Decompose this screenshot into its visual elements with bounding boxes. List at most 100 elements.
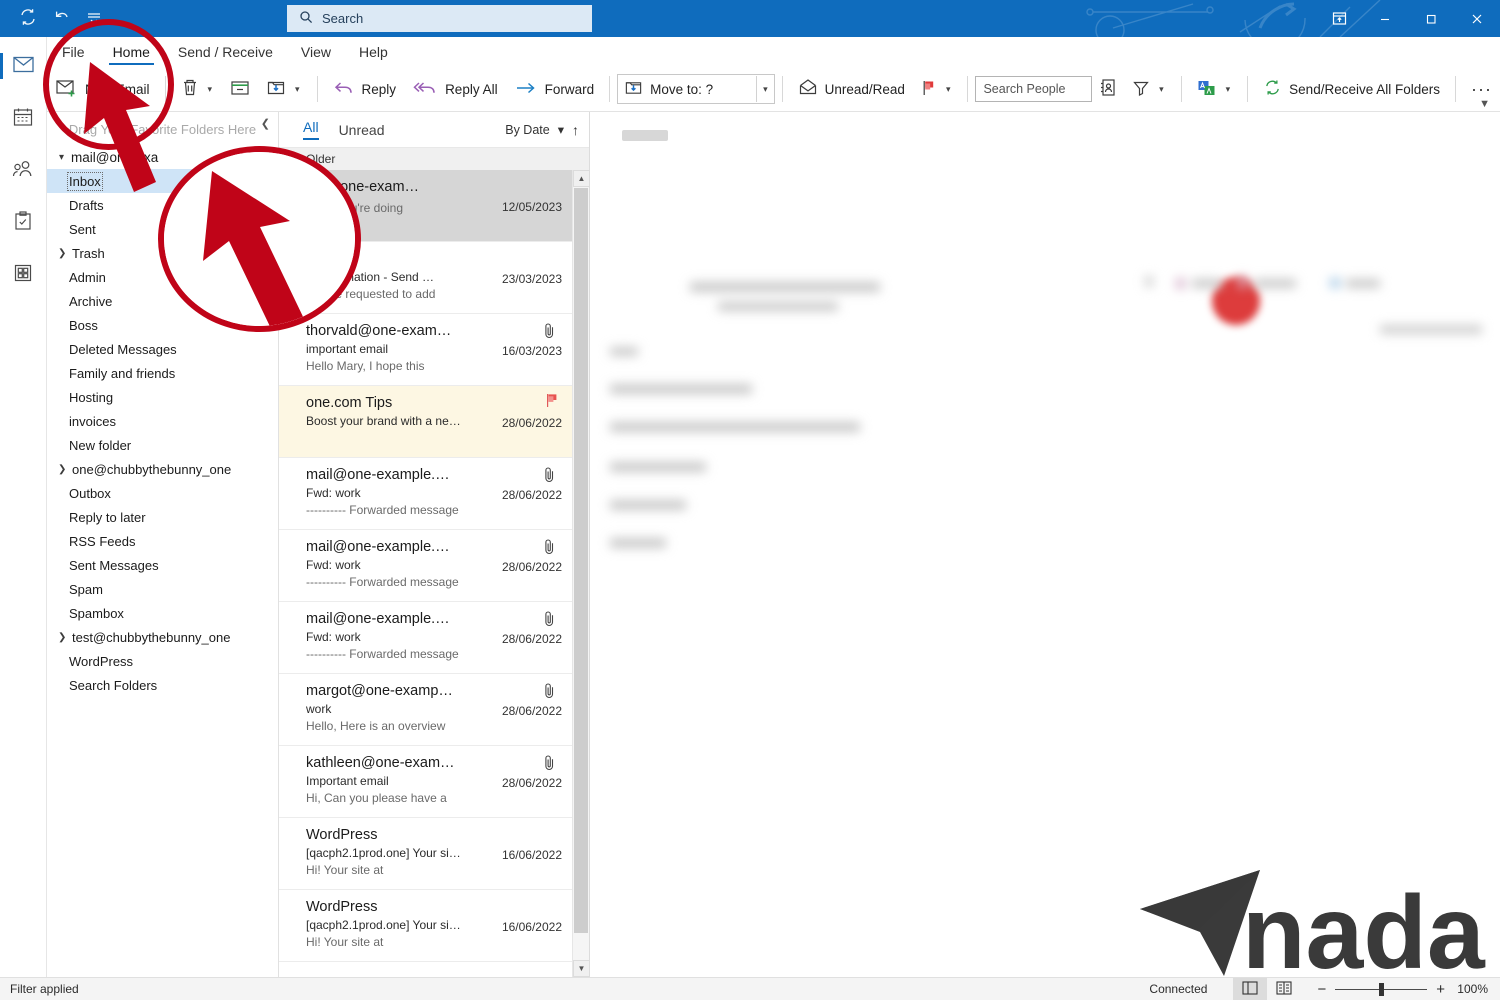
filter-email-button[interactable]: ▾ bbox=[1124, 72, 1174, 106]
delete-dropdown-caret[interactable]: ▾ bbox=[206, 84, 215, 95]
zoom-in-button[interactable]: + bbox=[1436, 981, 1445, 998]
send-receive-all-folders-button[interactable]: Send/Receive All Folders bbox=[1255, 72, 1448, 106]
filter-dropdown-caret[interactable]: ▾ bbox=[1157, 84, 1166, 95]
tab-home[interactable]: Home bbox=[99, 40, 164, 65]
zoom-out-button[interactable]: − bbox=[1317, 981, 1326, 998]
folder-item-boss[interactable]: Boss bbox=[47, 313, 278, 337]
translate-button[interactable]: ▾ bbox=[1189, 72, 1241, 106]
collapse-ribbon-button[interactable]: ▼ bbox=[1479, 98, 1490, 110]
folder-item-search-folders[interactable]: Search Folders bbox=[47, 673, 278, 697]
folder-item-trash[interactable]: ❯ Trash bbox=[47, 241, 278, 265]
account-node[interactable]: ▾ mail@one-exa bbox=[47, 146, 278, 169]
reply-all-button[interactable]: Reply All bbox=[404, 72, 506, 106]
folder-item-sent-messages[interactable]: Sent Messages bbox=[47, 553, 278, 577]
forward-button[interactable]: Forward bbox=[506, 72, 603, 106]
message-list-scrollbar[interactable]: ▲ ▼ bbox=[572, 170, 589, 977]
message-row[interactable]: mail@one-example.… Fwd: work ---------- Fo… bbox=[279, 602, 572, 674]
scroll-up-button[interactable]: ▲ bbox=[573, 170, 589, 187]
message-row[interactable]: ald@one-exam… Hope you're doing 12/05/2023 bbox=[279, 170, 572, 242]
folder-item-sent[interactable]: Sent bbox=[47, 217, 278, 241]
ribbon-display-options-button[interactable] bbox=[1316, 0, 1362, 37]
flag-button[interactable]: ▾ bbox=[913, 72, 961, 106]
rail-mail-button[interactable] bbox=[0, 49, 42, 83]
message-sender: l Team bbox=[306, 251, 349, 267]
folder-item-wordpress[interactable]: WordPress bbox=[47, 649, 278, 673]
tab-help[interactable]: Help bbox=[345, 40, 402, 65]
search-box[interactable]: Search bbox=[287, 5, 592, 32]
rail-calendar-button[interactable] bbox=[4, 101, 42, 135]
chevron-right-icon[interactable]: ❯ bbox=[58, 632, 67, 643]
folder-item-drafts[interactable]: Drafts bbox=[47, 193, 278, 217]
message-row[interactable]: l Team l Confirmation - Send … d have requ… bbox=[279, 242, 572, 314]
people-icon bbox=[12, 160, 34, 181]
message-row[interactable]: margot@one-examp… work Hello, Here is an o… bbox=[279, 674, 572, 746]
folder-item-spambox[interactable]: Spambox bbox=[47, 601, 278, 625]
quick-access-toolbar bbox=[18, 7, 102, 30]
maximize-button[interactable] bbox=[1408, 0, 1454, 37]
rail-more-apps-button[interactable] bbox=[4, 257, 42, 291]
folder-item-inbox[interactable]: Inbox bbox=[47, 169, 278, 193]
message-row[interactable]: thorvald@one-exam… important email Hello M… bbox=[279, 314, 572, 386]
normal-view-button[interactable] bbox=[1233, 978, 1268, 1000]
arrow-up-icon[interactable]: ↑ bbox=[572, 122, 579, 138]
folder-item-invoices[interactable]: invoices bbox=[47, 409, 278, 433]
close-button[interactable] bbox=[1454, 0, 1500, 37]
folder-item-rss-feeds[interactable]: RSS Feeds bbox=[47, 529, 278, 553]
folder-item-archive[interactable]: Archive bbox=[47, 289, 278, 313]
minimize-button[interactable] bbox=[1362, 0, 1408, 37]
folder-item-admin[interactable]: Admin bbox=[47, 265, 278, 289]
message-row[interactable]: kathleen@one-exam… Important email Hi, Can… bbox=[279, 746, 572, 818]
folder-item-label: Sent bbox=[69, 221, 96, 237]
reply-button[interactable]: Reply bbox=[325, 72, 405, 106]
folder-item-one-chubbythebunny-one[interactable]: ❯ one@chubbythebunny_one bbox=[47, 457, 278, 481]
search-people-input[interactable]: Search People bbox=[975, 76, 1093, 102]
chevron-right-icon[interactable]: ❯ bbox=[58, 248, 67, 259]
collapse-folder-pane-button[interactable]: ❮ bbox=[261, 117, 270, 130]
folder-item-label: Family and friends bbox=[69, 365, 176, 381]
folder-item-hosting[interactable]: Hosting bbox=[47, 385, 278, 409]
zoom-slider-track[interactable] bbox=[1335, 982, 1428, 996]
folder-item-spam[interactable]: Spam bbox=[47, 577, 278, 601]
message-row[interactable]: one.com Tips Boost your brand with a ne… 2… bbox=[279, 386, 572, 458]
sort-control[interactable]: By Date ▾ ↑ bbox=[505, 122, 579, 138]
rail-tasks-button[interactable] bbox=[4, 205, 42, 239]
rail-people-button[interactable] bbox=[4, 153, 42, 187]
undo-icon[interactable] bbox=[52, 7, 72, 30]
chevron-right-icon[interactable]: ❯ bbox=[58, 464, 67, 475]
move-dropdown-caret[interactable]: ▾ bbox=[293, 84, 302, 95]
message-date: 16/03/2023 bbox=[501, 344, 562, 358]
translate-dropdown-caret[interactable]: ▾ bbox=[1224, 84, 1233, 95]
scrollbar-thumb[interactable] bbox=[574, 188, 588, 933]
new-email-button[interactable]: New Email bbox=[48, 72, 158, 106]
scroll-down-button[interactable]: ▼ bbox=[573, 960, 589, 977]
sync-icon[interactable] bbox=[18, 7, 38, 30]
folder-item-test-chubbythebunny-one[interactable]: ❯ test@chubbythebunny_one bbox=[47, 625, 278, 649]
message-row[interactable]: WordPress [qacph2.1prod.one] Your si… Hi! … bbox=[279, 890, 572, 962]
customize-qat-icon[interactable] bbox=[86, 9, 102, 28]
folder-item-family-and-friends[interactable]: Family and friends bbox=[47, 361, 278, 385]
reading-view-button[interactable] bbox=[1267, 978, 1301, 1000]
filter-tab-all[interactable]: All bbox=[303, 119, 319, 140]
flag-icon[interactable] bbox=[545, 392, 560, 412]
delete-button[interactable]: ▾ bbox=[173, 72, 223, 106]
message-row[interactable]: WordPress [qacph2.1prod.one] Your si… Hi! … bbox=[279, 818, 572, 890]
tab-send-receive[interactable]: Send / Receive bbox=[164, 40, 287, 65]
zoom-control[interactable]: − + 100% bbox=[1317, 981, 1488, 998]
folder-item-reply-to-later[interactable]: Reply to later bbox=[47, 505, 278, 529]
folder-item-deleted-messages[interactable]: Deleted Messages bbox=[47, 337, 278, 361]
folder-item-new-folder[interactable]: New folder bbox=[47, 433, 278, 457]
move-to-folder-button[interactable]: ▾ bbox=[258, 72, 310, 106]
filter-tab-unread[interactable]: Unread bbox=[339, 122, 385, 138]
folder-item-outbox[interactable]: Outbox bbox=[47, 481, 278, 505]
flag-dropdown-caret[interactable]: ▾ bbox=[944, 84, 953, 95]
archive-button[interactable] bbox=[222, 72, 258, 106]
message-row[interactable]: mail@one-example.… Fwd: work ---------- Fo… bbox=[279, 530, 572, 602]
unread-read-button[interactable]: Unread/Read bbox=[790, 72, 913, 106]
message-row[interactable]: mail@one-example.… Fwd: work ---------- Fo… bbox=[279, 458, 572, 530]
zoom-slider-thumb[interactable] bbox=[1379, 982, 1385, 996]
move-to-dropdown[interactable]: Move to: ? ▾ bbox=[617, 74, 775, 104]
tab-view[interactable]: View bbox=[287, 40, 345, 65]
address-book-button[interactable] bbox=[1092, 72, 1124, 106]
move-to-caret[interactable]: ▾ bbox=[756, 76, 770, 102]
tab-file[interactable]: File bbox=[48, 40, 99, 65]
